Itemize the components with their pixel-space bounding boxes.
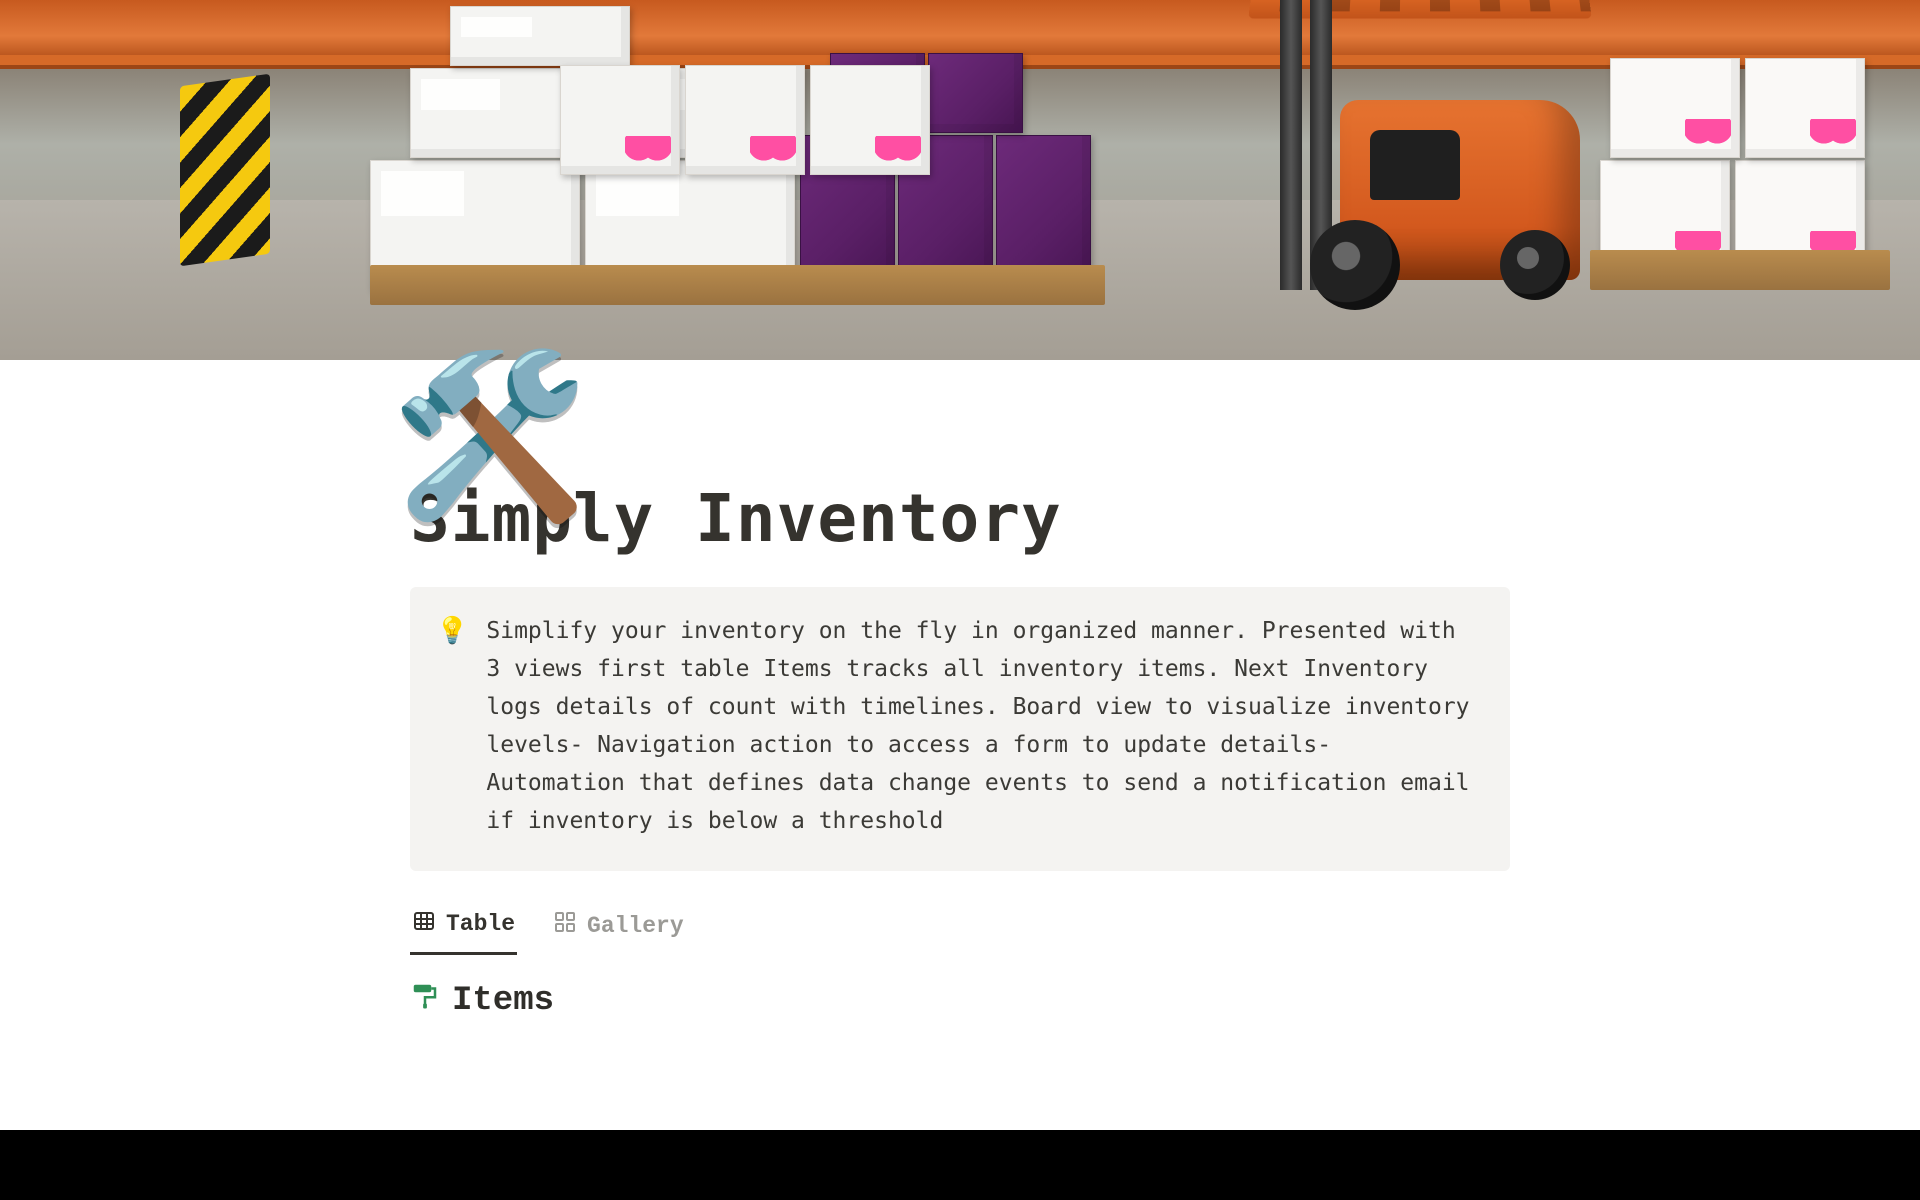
cover-image bbox=[0, 0, 1920, 360]
tab-label: Gallery bbox=[587, 913, 684, 939]
tab-gallery[interactable]: Gallery bbox=[551, 902, 686, 953]
callout-text: Simplify your inventory on the fly in or… bbox=[486, 613, 1480, 841]
table-icon bbox=[412, 909, 436, 940]
page-icon[interactable]: 🛠️ bbox=[390, 370, 589, 530]
paint-roller-icon bbox=[410, 981, 440, 1022]
page-content: 🛠️ Simply Inventory 💡 Simplify your inve… bbox=[350, 480, 1570, 1062]
tab-table[interactable]: Table bbox=[410, 901, 517, 955]
tab-label: Table bbox=[446, 911, 515, 937]
callout-block[interactable]: 💡 Simplify your inventory on the fly in … bbox=[410, 587, 1510, 871]
database-title: Items bbox=[452, 982, 554, 1020]
gallery-icon bbox=[553, 910, 577, 941]
view-tabs: Table Gallery bbox=[410, 901, 1510, 955]
database-title-row[interactable]: Items bbox=[410, 981, 1510, 1022]
bottom-strip bbox=[0, 1130, 1920, 1200]
lightbulb-icon: 💡 bbox=[436, 613, 468, 841]
